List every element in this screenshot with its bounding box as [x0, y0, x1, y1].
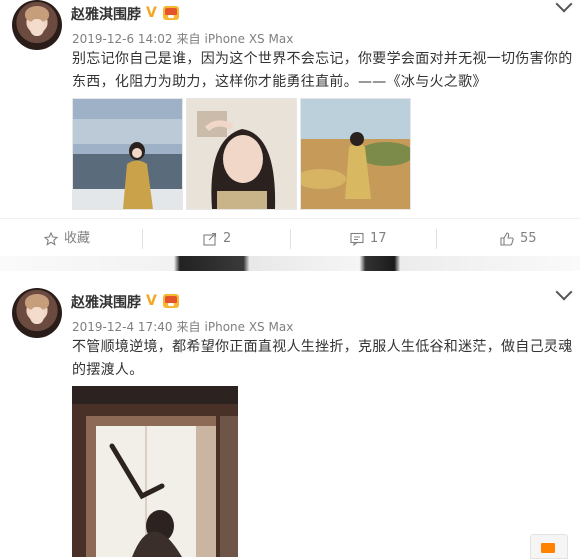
weibo-post: 赵雅淇围脖 V 2019-12-6 14:02 来自 iPhone XS Max 别…	[0, 0, 580, 256]
message-float-button[interactable]	[530, 534, 568, 559]
verified-badge-icon: V	[146, 5, 157, 21]
post-meta: 2019-12-4 17:40 来自 iPhone XS Max	[72, 318, 297, 335]
action-divider	[142, 229, 143, 249]
photo-window-pose	[72, 386, 238, 557]
feed-divider	[0, 256, 580, 271]
avatar[interactable]	[12, 0, 62, 50]
repost-button[interactable]: 2	[203, 219, 231, 259]
chevron-down-icon[interactable]	[555, 283, 573, 301]
post-action-bar: 收藏 2 17 55	[0, 218, 580, 259]
post-image[interactable]	[300, 98, 411, 210]
action-divider	[290, 229, 291, 249]
repost-count: 2	[223, 231, 232, 246]
favorite-label: 收藏	[64, 231, 91, 246]
comment-button[interactable]: 17	[350, 219, 387, 259]
photo-field	[301, 99, 410, 209]
chevron-down-icon[interactable]	[555, 0, 573, 13]
post-image[interactable]	[72, 98, 183, 210]
envelope-icon	[541, 543, 555, 553]
photo-sea-yellow-coat	[73, 99, 182, 209]
post-image[interactable]	[72, 386, 238, 557]
post-source-label: 来自	[176, 32, 201, 46]
post-text: 不管顺境逆境，都希望你正面直视人生挫折，克服人生低谷和迷茫，做自己灵魂的摆渡人。	[72, 339, 573, 378]
member-crown-icon	[163, 6, 179, 20]
star-icon	[44, 231, 58, 246]
post-text: 别忘记你自己是谁，因为这个世界不会忘记，你要学会面对并无视一切伤害你的东西，化阻…	[72, 51, 573, 90]
share-icon	[203, 232, 217, 246]
post-device: iPhone XS Max	[204, 32, 294, 46]
post-device: iPhone XS Max	[204, 320, 294, 334]
avatar[interactable]	[12, 288, 62, 338]
favorite-button[interactable]: 收藏	[44, 219, 90, 259]
author-name[interactable]: 赵雅淇围脖	[71, 292, 141, 312]
thumbs-up-icon	[500, 231, 514, 246]
post-meta: 2019-12-6 14:02 来自 iPhone XS Max	[72, 30, 297, 47]
comment-icon	[350, 232, 364, 246]
like-button[interactable]: 55	[500, 219, 537, 259]
comment-count: 17	[370, 231, 387, 246]
like-count: 55	[520, 231, 537, 246]
action-divider	[436, 229, 437, 249]
post-source-label: 来自	[176, 320, 201, 334]
post-time[interactable]: 2019-12-4 17:40	[72, 320, 173, 334]
post-time[interactable]: 2019-12-6 14:02	[72, 32, 173, 46]
verified-badge-icon: V	[146, 293, 157, 309]
photo-selfie	[187, 99, 296, 209]
author-name[interactable]: 赵雅淇围脖	[71, 4, 141, 24]
post-image[interactable]	[186, 98, 297, 210]
member-crown-icon	[163, 294, 179, 308]
weibo-post: 赵雅淇围脖 V 2019-12-4 17:40 来自 iPhone XS Max 不…	[0, 271, 580, 557]
